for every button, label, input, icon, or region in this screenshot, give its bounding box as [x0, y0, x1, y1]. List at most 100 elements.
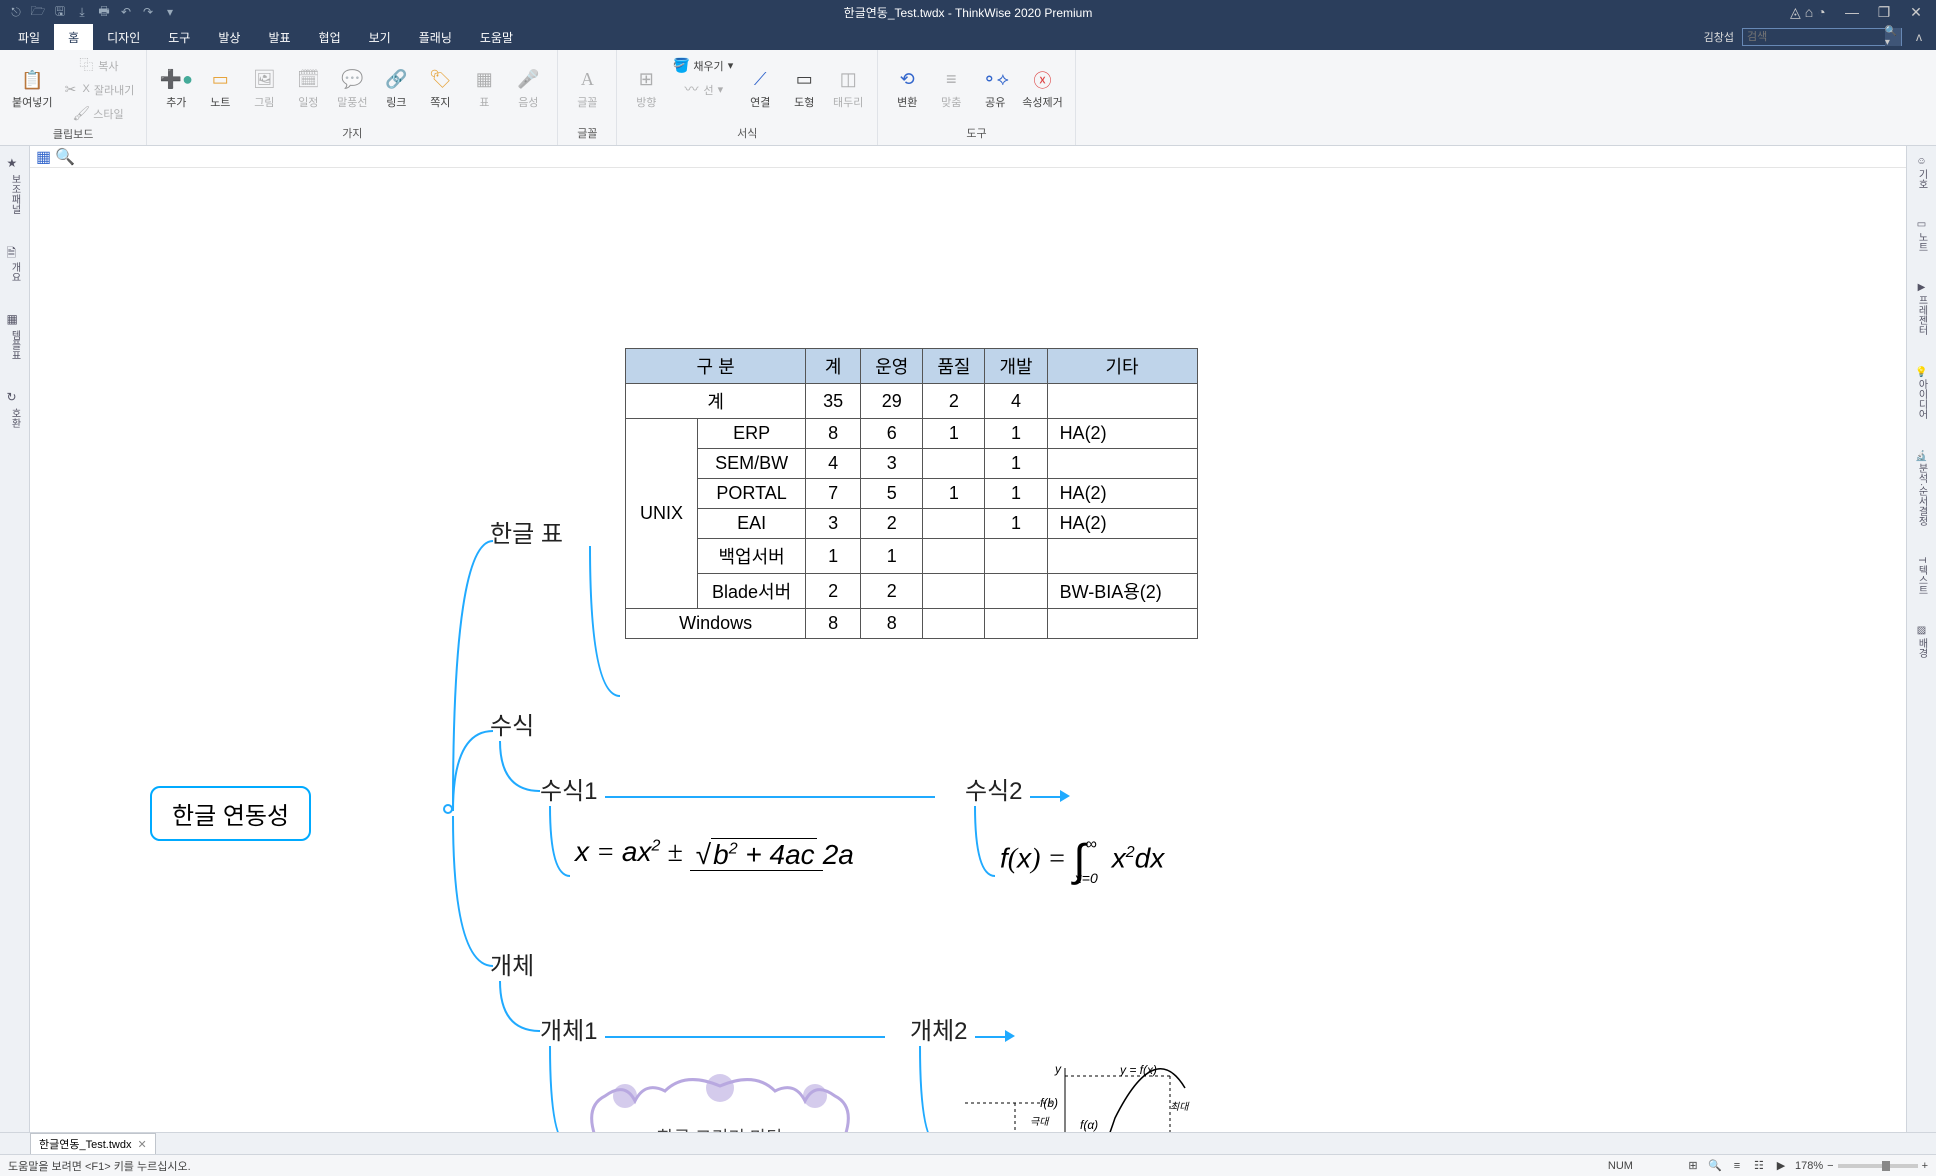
data-table[interactable]: 구 분 계 운영 품질 개발 기타 계 35 29 2 4	[625, 348, 1198, 639]
tab-present[interactable]: 발표	[254, 24, 304, 50]
node-root-label: 한글 연동성	[172, 803, 289, 830]
tab-planning[interactable]: 플래닝	[405, 24, 466, 50]
convert-button[interactable]: ⟲변환	[886, 54, 928, 123]
redo-icon[interactable]: ↷	[140, 4, 156, 20]
line-button[interactable]: 〰선▾	[669, 78, 737, 100]
index-button[interactable]: 🏷쪽지	[419, 54, 461, 123]
th-op: 운영	[861, 349, 923, 384]
copy-button[interactable]: ⿻복사	[58, 54, 138, 76]
image-button[interactable]: 🖼그림	[243, 54, 285, 123]
maximize-icon[interactable]: ❐	[1874, 4, 1894, 21]
style-button[interactable]: 🖌스타일	[58, 102, 138, 124]
saveas-icon[interactable]: ⤓	[74, 4, 90, 20]
shape-button[interactable]: ▭도형	[783, 54, 825, 123]
speech-button[interactable]: 💬말풍선	[331, 54, 373, 123]
search-input[interactable]	[1743, 31, 1885, 43]
tab-view[interactable]: 보기	[355, 24, 405, 50]
border-icon: ◫	[836, 68, 860, 92]
right-sidebar: ☺기호 ▭노트 ▶프레젠터 💡아이디어 🔬분석·순서결정 T텍스트 ▨배경	[1906, 146, 1936, 1132]
status-help-text: 도움말을 보려면 <F1> 키를 누르십시오.	[8, 1158, 191, 1174]
undo-icon[interactable]: ↶	[118, 4, 134, 20]
schedule-button[interactable]: 🗓일정	[287, 54, 329, 123]
tab-collab[interactable]: 협업	[305, 24, 355, 50]
doc-icon: 🗎	[7, 244, 23, 260]
sidebar-item-compat[interactable]: ↻호환	[7, 390, 23, 428]
close-icon[interactable]: ✕	[1906, 4, 1926, 21]
decoration-label: 한글 그리기 마당	[575, 1124, 865, 1132]
tab-idea[interactable]: 발상	[204, 24, 254, 50]
remove-attr-button[interactable]: ⓧ속성제거	[1018, 54, 1066, 123]
view-zoomfit-icon[interactable]: 🔍	[1707, 1158, 1723, 1174]
doc-tab[interactable]: 한글연동_Test.twdx ✕	[30, 1133, 156, 1154]
th-dev: 개발	[985, 349, 1047, 384]
table-row: Windows88	[626, 609, 1198, 639]
decoration-frame[interactable]: 한글 그리기 마당	[575, 1066, 865, 1132]
zoom-in-button[interactable]: +	[1922, 1160, 1928, 1172]
sidebar-item-text[interactable]: T텍스트	[1914, 557, 1929, 595]
link-button[interactable]: 🔗링크	[375, 54, 417, 123]
sidebar-item-presenter[interactable]: ▶프레젠터	[1914, 282, 1929, 335]
zoom-slider[interactable]	[1838, 1164, 1918, 1168]
voice-button[interactable]: 🎤음성	[507, 54, 549, 123]
note-button[interactable]: ▭노트	[199, 54, 241, 123]
formula2[interactable]: f(x) = ∫∞x=0 x2dx	[1000, 836, 1164, 886]
add-button[interactable]: ➕●추가	[155, 54, 197, 123]
fill-button[interactable]: 🪣채우기▾	[669, 54, 737, 76]
view-map-icon[interactable]: ⊞	[1685, 1158, 1701, 1174]
tab-tool[interactable]: 도구	[154, 24, 204, 50]
sidebar-item-auxpanel[interactable]: ★보조패널	[7, 156, 23, 214]
sidebar-item-template[interactable]: ▦템플표	[7, 312, 23, 360]
border-button[interactable]: ◫태두리	[827, 54, 869, 123]
group-format-label: 서식	[625, 123, 869, 141]
table-row: SEM/BW431	[626, 449, 1198, 479]
username-label: 김창섭	[1704, 29, 1734, 45]
table-row: 백업서버11	[626, 539, 1198, 574]
graph-sketch[interactable]: y = f(x) f(b) 극대 f(α) 최대 a O α β b x y f…	[955, 1058, 1215, 1132]
save-icon[interactable]: 🖫	[52, 4, 68, 20]
view-gantt-icon[interactable]: ☷	[1751, 1158, 1767, 1174]
brand-icon: ◬⌂◔	[1790, 4, 1810, 21]
tab-design[interactable]: 디자인	[93, 24, 154, 50]
connector	[545, 801, 575, 881]
sidebar-item-analysis[interactable]: 🔬분석·순서결정	[1914, 449, 1929, 527]
smile-icon: ☺	[1916, 156, 1927, 167]
search-button[interactable]: 🔍▾	[1885, 28, 1901, 46]
presenter-icon: ▶	[1916, 282, 1927, 293]
tab-home[interactable]: 홈	[54, 24, 93, 50]
zoom-out-button[interactable]: −	[1827, 1160, 1833, 1172]
graph-label: y	[1055, 1062, 1061, 1076]
sidebar-item-symbol[interactable]: ☺기호	[1914, 156, 1929, 189]
qat-dropdown-icon[interactable]: ▾	[162, 4, 178, 20]
formula1[interactable]: x = ax2 ± √b2 + 4ac2a	[575, 836, 854, 871]
close-icon[interactable]: ✕	[137, 1138, 146, 1151]
document-tabs: 한글연동_Test.twdx ✕	[0, 1132, 1936, 1154]
canvas[interactable]: ▦ 🔍 한글 연동성 한글 표 구 분 계 운영 품질 개발 기타	[30, 146, 1906, 1132]
table-button[interactable]: ▦표	[463, 54, 505, 123]
view-present-icon[interactable]: ▶	[1773, 1158, 1789, 1174]
align-button[interactable]: ≡맞춤	[930, 54, 972, 123]
minimize-icon[interactable]: —	[1842, 4, 1862, 20]
tab-file[interactable]: 파일	[4, 24, 54, 50]
sidebar-item-idea[interactable]: 💡아이디어	[1914, 365, 1929, 419]
cut-button[interactable]: ✂X 잘라내기	[58, 78, 138, 100]
sidebar-item-bg[interactable]: ▨배경	[1914, 625, 1929, 658]
new-icon[interactable]: ⎋	[8, 4, 24, 20]
table-row: UNIXERP8611HA(2)	[626, 419, 1198, 449]
paste-button[interactable]: 📋붙여넣기	[8, 54, 56, 124]
ribbon-collapse-icon[interactable]: ʌ	[1910, 30, 1928, 44]
direction-button[interactable]: ⊞방향	[625, 54, 667, 123]
template-icon: ▦	[7, 312, 23, 328]
view-outline-icon[interactable]: ≡	[1729, 1158, 1745, 1174]
brush-icon: 🖌	[73, 105, 89, 121]
print-icon[interactable]: 🖶	[96, 4, 112, 20]
node-root[interactable]: 한글 연동성	[150, 786, 311, 841]
sidebar-item-outline[interactable]: 🗎개요	[7, 244, 23, 282]
font-button[interactable]: A글꼴	[566, 54, 608, 123]
group-tools-label: 도구	[886, 123, 1066, 141]
sidebar-item-note[interactable]: ▭노트	[1914, 219, 1929, 252]
open-icon[interactable]: 🗁	[30, 4, 46, 20]
tab-help[interactable]: 도움말	[466, 24, 527, 50]
connect-button[interactable]: ⟋연결	[739, 54, 781, 123]
th-etc: 기타	[1047, 349, 1197, 384]
share-button[interactable]: ⚬⟡공유	[974, 54, 1016, 123]
